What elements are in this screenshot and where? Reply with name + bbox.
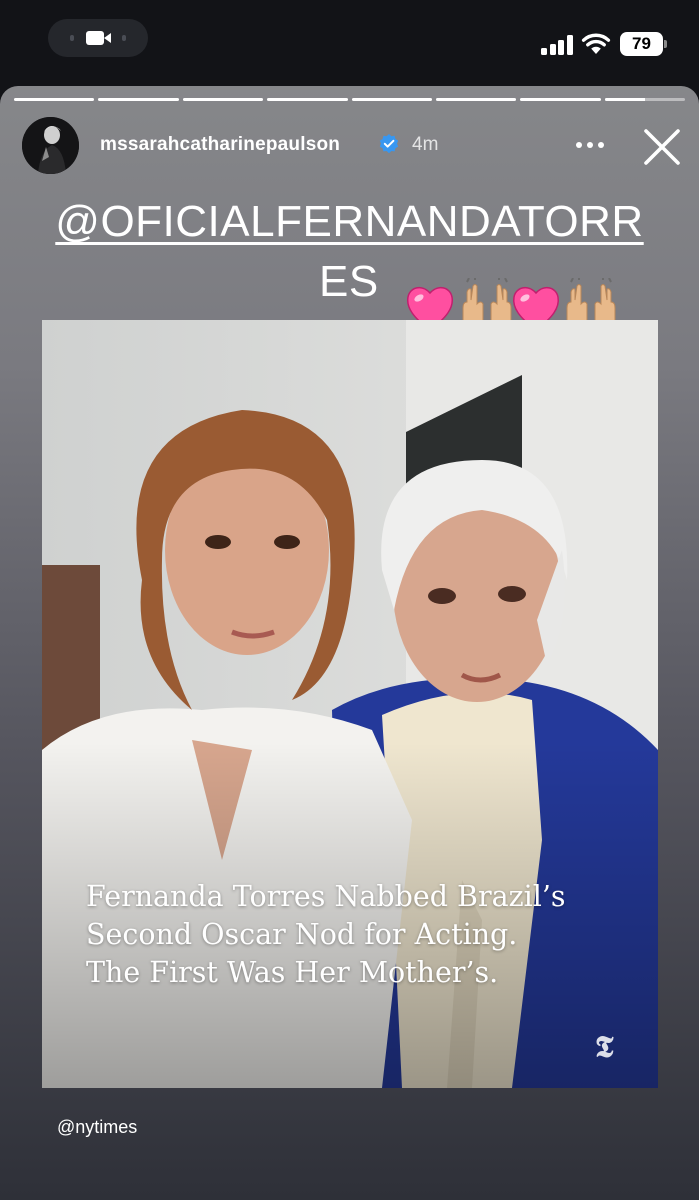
video-camera-icon <box>86 31 104 45</box>
mention-text: ES <box>319 257 379 306</box>
post-time: 4m <box>412 134 439 155</box>
video-call-pill[interactable] <box>48 19 148 57</box>
cellular-signal-icon <box>541 33 573 55</box>
story-username[interactable]: mssarahcatharinepaulson <box>100 134 340 156</box>
battery-icon: 79 <box>620 32 668 56</box>
progress-segment <box>604 98 685 101</box>
progress-segment <box>520 98 601 101</box>
avatar[interactable] <box>22 117 79 174</box>
close-icon[interactable] <box>641 126 683 168</box>
battery-level: 79 <box>620 32 663 56</box>
headline-line: Fernanda Torres Nabbed Brazil’s <box>86 880 566 913</box>
verified-badge-icon <box>379 134 399 154</box>
headline-line: The First Was Her Mother’s. <box>86 956 499 989</box>
status-bar: 79 <box>0 0 699 86</box>
indicator-dot <box>122 35 126 41</box>
progress-segment <box>435 98 517 101</box>
progress-segment <box>98 98 179 101</box>
story-viewer[interactable]: mssarahcatharinepaulson 4m @OFICIALFERNA… <box>0 86 699 1200</box>
more-options-icon[interactable] <box>576 142 606 150</box>
headline-line: Second Oscar Nod for Acting. <box>86 918 518 951</box>
post-source-link[interactable]: @nytimes <box>57 1117 137 1138</box>
article-headline: Fernanda Torres Nabbed Brazil’s Second O… <box>86 878 626 992</box>
progress-segment <box>351 98 432 101</box>
video-camera-lens <box>104 33 111 43</box>
story-progress-bar <box>14 98 685 102</box>
story-header: mssarahcatharinepaulson 4m <box>0 114 699 178</box>
progress-segment <box>14 98 95 101</box>
wifi-icon <box>581 33 611 54</box>
indicator-dot <box>70 35 74 41</box>
shared-post-card[interactable]: Fernanda Torres Nabbed Brazil’s Second O… <box>42 320 658 1088</box>
progress-segment <box>182 98 264 101</box>
progress-segment <box>267 98 348 101</box>
mention-sticker-line1[interactable]: @OFICIALFERNANDATORR <box>0 197 699 247</box>
nyt-logo-icon: 𝕿 <box>595 1030 614 1065</box>
